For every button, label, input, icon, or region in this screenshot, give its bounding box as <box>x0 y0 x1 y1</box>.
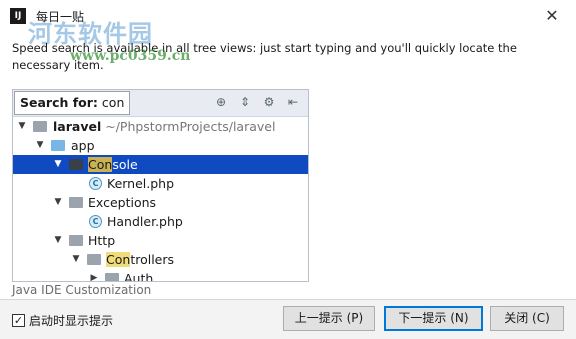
speed-search-label: Search for: <box>20 95 98 110</box>
tree-item-label: laravel <box>53 119 102 134</box>
section-label: Java IDE Customization <box>12 283 152 297</box>
watermark-url: www.pc0359.cn <box>70 48 191 64</box>
show-tips-label: 启动时显示提示 <box>29 314 114 328</box>
tree-row: C Kernel.php <box>13 174 308 193</box>
folder-icon <box>87 254 101 265</box>
next-tip-button[interactable]: 下一提示 (N) <box>384 306 483 331</box>
chevron-down-icon: ▼ <box>72 254 80 264</box>
close-button[interactable]: 关闭 (C) <box>490 306 564 331</box>
tree-item-label: Auth <box>124 271 154 282</box>
search-match: Con <box>88 157 113 172</box>
tree-item-label: Exceptions <box>88 195 157 210</box>
tip-illustration: Search for: con ⊕ ⇕ ⚙ ⇤ ▼ laravel ~/Phps… <box>12 89 309 282</box>
chevron-down-icon: ▼ <box>54 159 62 169</box>
chevron-down-icon: ▼ <box>54 197 62 207</box>
previous-tip-button[interactable]: 上一提示 (P) <box>283 306 375 331</box>
title-bar: IJ 每日一贴 河东软件园 ✕ <box>0 0 576 48</box>
tree-row: ▼ Controllers <box>13 250 308 269</box>
folder-icon <box>69 235 83 246</box>
chevron-down-icon: ▼ <box>36 140 44 150</box>
tree-item-label: app <box>71 138 95 153</box>
project-tree: ▼ laravel ~/PhpstormProjects/laravel ▼ a… <box>13 117 308 282</box>
tree-row: ▼ Exceptions <box>13 193 308 212</box>
tree-row: ▼ laravel ~/PhpstormProjects/laravel <box>13 117 308 136</box>
chevron-right-icon: ▶ <box>90 273 98 282</box>
tree-row-selected: ▼ Console <box>13 155 308 174</box>
show-tips-on-startup[interactable]: ✓ 启动时显示提示 <box>12 312 113 329</box>
dialog-footer: ✓ 启动时显示提示 上一提示 (P) 下一提示 (N) 关闭 (C) <box>0 300 576 339</box>
tree-item-label: Http <box>88 233 116 248</box>
intellij-icon: IJ <box>10 8 26 24</box>
folder-icon <box>69 197 83 208</box>
tree-item-label: sole <box>112 157 138 172</box>
tree-row: ▼ app <box>13 136 308 155</box>
tree-item-label: Kernel.php <box>107 176 175 191</box>
folder-icon <box>105 273 119 281</box>
php-class-icon: C <box>89 177 102 190</box>
folder-icon <box>51 140 65 151</box>
speed-search-popup: Search for: con <box>14 91 131 115</box>
chevron-down-icon: ▼ <box>18 121 26 131</box>
gear-icon: ⚙ <box>263 95 275 109</box>
speed-search-query: con <box>101 95 125 110</box>
folder-icon <box>69 159 83 170</box>
tree-row: ▶ Auth <box>13 269 308 282</box>
collapse-icon: ⇕ <box>239 95 251 109</box>
php-class-icon: C <box>89 215 102 228</box>
search-match: Con <box>106 252 131 267</box>
chevron-down-icon: ▼ <box>54 235 62 245</box>
tree-toolbar: Search for: con ⊕ ⇕ ⚙ ⇤ <box>13 90 308 117</box>
tree-item-label: Handler.php <box>107 214 183 229</box>
tree-row: C Handler.php <box>13 212 308 231</box>
tree-row: ▼ Http <box>13 231 308 250</box>
close-icon[interactable]: ✕ <box>542 6 562 26</box>
tree-item-label: trollers <box>130 252 175 267</box>
target-icon: ⊕ <box>215 95 227 109</box>
tree-item-path: ~/PhpstormProjects/laravel <box>105 119 276 134</box>
folder-icon <box>33 121 47 132</box>
hide-icon: ⇤ <box>287 95 299 109</box>
show-tips-checkbox[interactable]: ✓ <box>12 314 25 327</box>
